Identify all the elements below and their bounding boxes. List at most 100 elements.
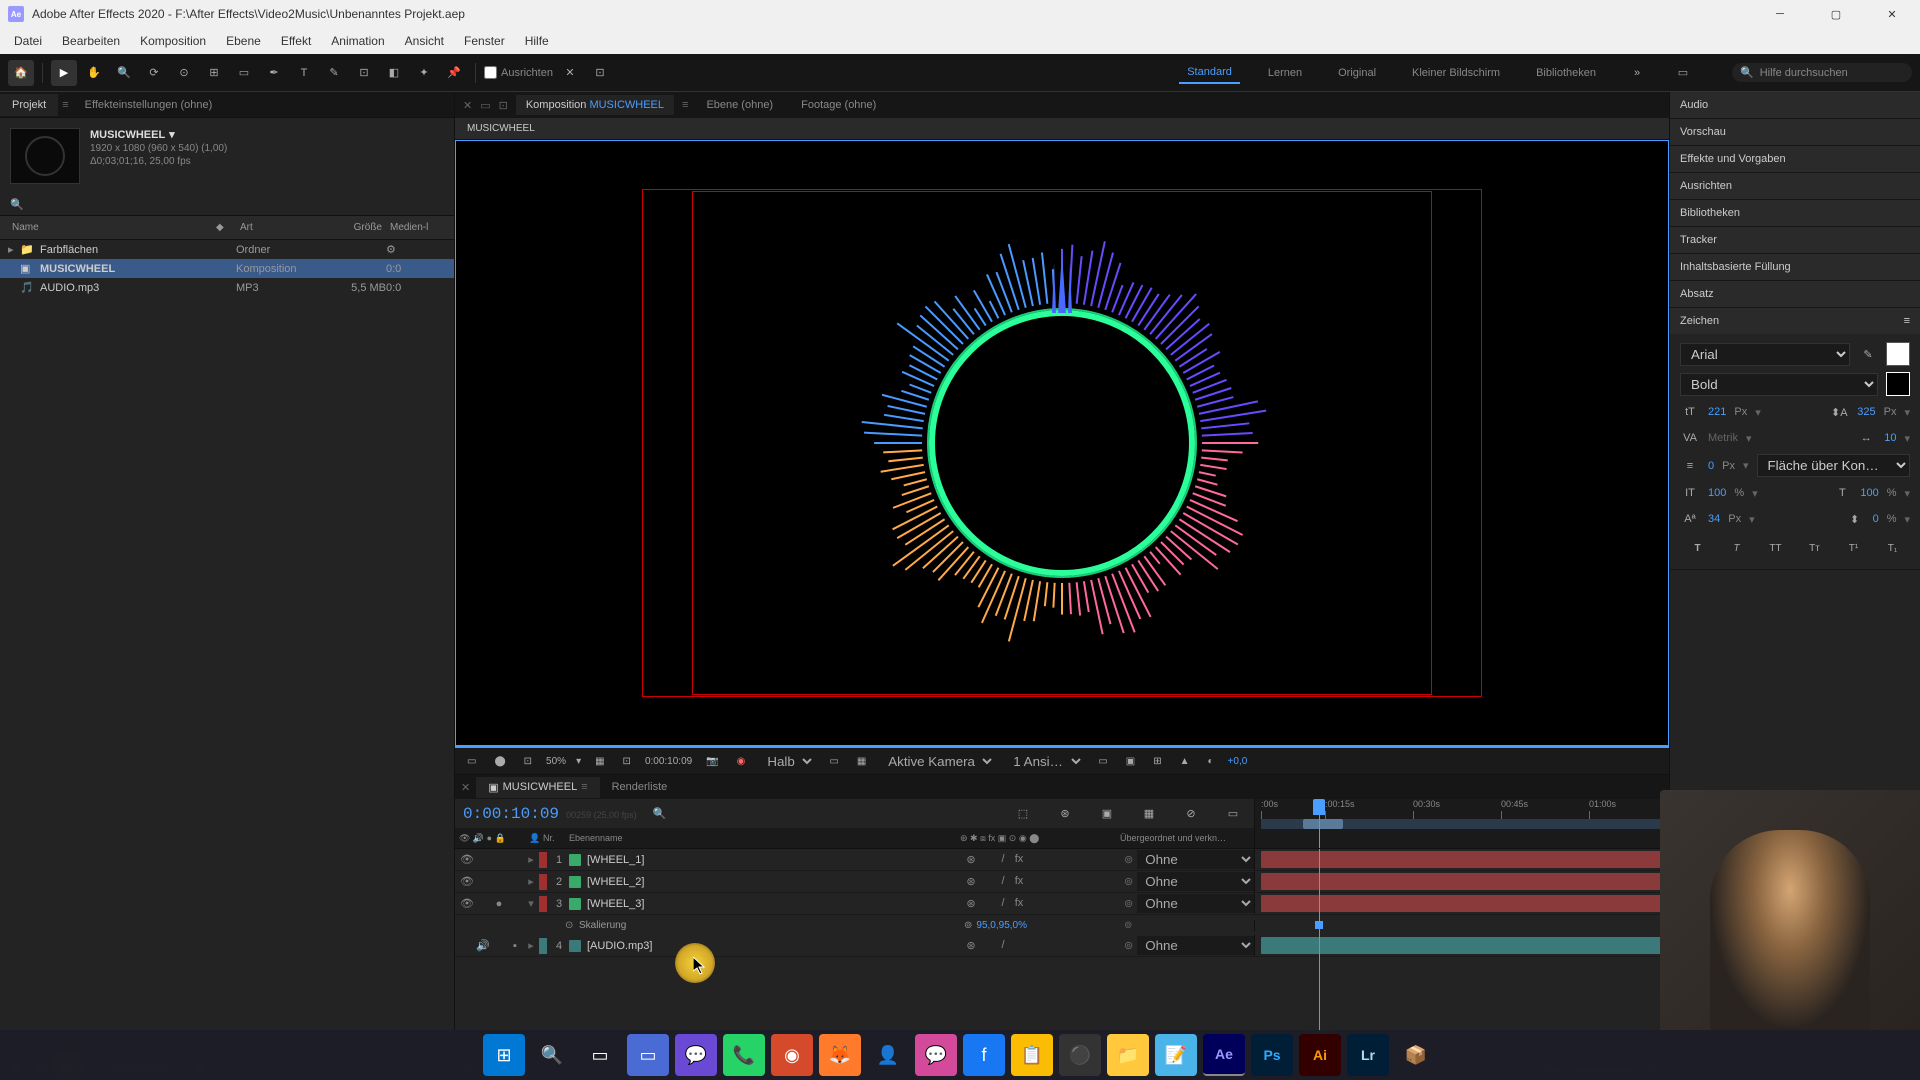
comp-thumbnail[interactable] — [10, 128, 80, 184]
tab-ebene[interactable]: Ebene (ohne) — [696, 95, 783, 115]
eraser-tool[interactable]: ◧ — [381, 60, 407, 86]
stopwatch-icon[interactable]: ⊙ — [565, 920, 579, 931]
workspace-standard[interactable]: Standard — [1179, 62, 1240, 84]
tab-komposition[interactable]: Komposition MUSICWHEEL — [516, 95, 674, 115]
scale-h[interactable]: 100 — [1860, 487, 1878, 499]
layer-row[interactable]: 👁 ▸ 1 [WHEEL_1] ⊛/fx ⊚Ohne — [455, 849, 1669, 871]
timeline-search-icon[interactable]: 🔍 — [653, 807, 667, 820]
tab-renderlist[interactable]: Renderliste — [600, 776, 680, 798]
timeline-ruler[interactable]: :00s :00:15s 00:30s 00:45s 01:00s 01:15s… — [1255, 799, 1669, 848]
font-size[interactable]: 221 — [1708, 406, 1726, 418]
taskbar-app3[interactable]: 👤 — [867, 1034, 909, 1076]
timecode[interactable]: 0:00:10:09 — [463, 805, 559, 823]
taskbar-editor[interactable]: 📝 — [1155, 1034, 1197, 1076]
collapse-icon[interactable]: ▾ — [525, 897, 537, 910]
viewer-time[interactable]: 0:00:10:09 — [645, 756, 692, 767]
expand-icon[interactable]: ▸ — [525, 875, 537, 888]
resolution-select[interactable]: Halb — [759, 751, 815, 772]
project-row-folder[interactable]: ▸ 📁 Farbflächen Ordner ⚙ — [0, 240, 454, 259]
panel-zeichen[interactable]: Zeichen ≡ — [1670, 308, 1920, 334]
panel-bibliotheken[interactable]: Bibliotheken — [1670, 200, 1920, 226]
tab-project[interactable]: Projekt — [0, 94, 58, 116]
zoom-level[interactable]: 50% — [546, 756, 566, 767]
menu-ansicht[interactable]: Ansicht — [395, 30, 454, 52]
brush-tool[interactable]: ✎ — [321, 60, 347, 86]
taskbar-ae[interactable]: Ae — [1203, 1034, 1245, 1076]
panel-ausrichten[interactable]: Ausrichten — [1670, 173, 1920, 199]
project-search-icon[interactable]: 🔍 — [10, 199, 24, 211]
views-select[interactable]: 1 Ansi… — [1005, 751, 1084, 772]
property-value[interactable]: 95,0,95,0% — [976, 920, 1027, 931]
comp-mini-icon2[interactable]: ⊛ — [1052, 801, 1078, 827]
speaker-icon[interactable]: 🔊 — [475, 938, 491, 954]
zoom-dropdown-icon[interactable]: ▾ — [576, 756, 581, 767]
taskbar-firefox[interactable]: 🦊 — [819, 1034, 861, 1076]
eye-icon[interactable]: 👁 — [459, 896, 475, 912]
channel-icon[interactable]: ◉ — [733, 754, 750, 769]
property-row[interactable]: ⊙ Skalierung ⊚ 95,0,95,0% ⊚ — [455, 915, 1669, 935]
stroke-color[interactable] — [1886, 372, 1910, 396]
italic-button[interactable]: T — [1726, 539, 1748, 557]
tracking[interactable]: 10 — [1884, 432, 1896, 444]
fill-over-select[interactable]: Fläche über Kon… — [1757, 454, 1911, 477]
menu-ebene[interactable]: Ebene — [216, 30, 271, 52]
comp-mini-icon1[interactable]: ⬚ — [1010, 801, 1036, 827]
eye-icon[interactable]: 👁 — [459, 852, 475, 868]
orbit-tool[interactable]: ⟳ — [141, 60, 167, 86]
clone-tool[interactable]: ⊡ — [351, 60, 377, 86]
parent-select[interactable]: Ohne — [1137, 850, 1254, 869]
mask-icon[interactable]: ▭ — [463, 754, 480, 769]
view-icon2[interactable]: ▣ — [1122, 754, 1139, 769]
close-button[interactable]: ✕ — [1872, 2, 1912, 26]
zoom-tool[interactable]: 🔍 — [111, 60, 137, 86]
rotate-tool[interactable]: ⊙ — [171, 60, 197, 86]
tab-project-menu-icon[interactable]: ≡ — [58, 97, 72, 113]
taskbar-obs[interactable]: ⚫ — [1059, 1034, 1101, 1076]
timeline-menu-icon[interactable]: ≡ — [581, 781, 587, 793]
expand-icon[interactable]: ▸ — [525, 853, 537, 866]
text-tool[interactable]: T — [291, 60, 317, 86]
taskbar-lr[interactable]: Lr — [1347, 1034, 1389, 1076]
comp-mini-icon6[interactable]: ▭ — [1220, 801, 1246, 827]
subscript-button[interactable]: T₁ — [1882, 539, 1904, 557]
header-label-icon[interactable]: ◆ — [212, 220, 236, 235]
pickwhip-icon[interactable]: ⊚ — [1124, 897, 1133, 910]
eyedropper-icon[interactable]: ✎ — [1858, 344, 1878, 364]
bold-button[interactable]: T — [1687, 539, 1709, 557]
workspace-more-icon[interactable]: » — [1624, 60, 1650, 86]
link-icon[interactable]: ⊚ — [964, 920, 972, 931]
view-icon1[interactable]: ▭ — [1094, 754, 1111, 769]
hand-tool[interactable]: ✋ — [81, 60, 107, 86]
layer-row[interactable]: 👁● ▾ 3 [WHEEL_3] ⊛/fx ⊚Ohne — [455, 893, 1669, 915]
kerning[interactable]: Metrik — [1708, 432, 1738, 444]
taskbar-search[interactable]: 🔍 — [531, 1034, 573, 1076]
taskbar-whatsapp[interactable]: 📞 — [723, 1034, 765, 1076]
smallcaps-button[interactable]: Tᴛ — [1804, 539, 1826, 557]
baseline[interactable]: 0 — [1708, 460, 1714, 472]
tab-close-icon[interactable]: ✕ — [463, 99, 472, 112]
view-icon3[interactable]: ⊞ — [1149, 754, 1165, 769]
header-shy-icon[interactable]: 👤 — [529, 833, 543, 844]
header-type[interactable]: Art — [236, 220, 326, 235]
maximize-button[interactable]: ▢ — [1816, 2, 1856, 26]
alpha-icon[interactable]: ⬤ — [490, 754, 509, 769]
allcaps-button[interactable]: TT — [1765, 539, 1787, 557]
expand-icon[interactable]: ▸ — [8, 243, 20, 256]
shape-tool[interactable]: ▭ — [231, 60, 257, 86]
taskbar-ps[interactable]: Ps — [1251, 1034, 1293, 1076]
panel-absatz[interactable]: Absatz — [1670, 281, 1920, 307]
header-media[interactable]: Medien-l — [386, 220, 446, 235]
layer-row[interactable]: 🔊▪ ▸ 4 [AUDIO.mp3] ⊛/ ⊚Ohne — [455, 935, 1669, 957]
superscript-button[interactable]: T¹ — [1843, 539, 1865, 557]
fill-color[interactable] — [1886, 342, 1910, 366]
3d-icon[interactable]: ⊡ — [520, 754, 536, 769]
help-search[interactable]: 🔍 Hilfe durchsuchen — [1732, 63, 1912, 82]
menu-hilfe[interactable]: Hilfe — [515, 30, 559, 52]
taskbar-notes[interactable]: 📋 — [1011, 1034, 1053, 1076]
pickwhip-icon[interactable]: ⊚ — [1124, 875, 1133, 888]
taskbar-messenger[interactable]: 💬 — [915, 1034, 957, 1076]
menu-animation[interactable]: Animation — [321, 30, 394, 52]
parent-select[interactable]: Ohne — [1137, 894, 1254, 913]
taskbar-app4[interactable]: 📦 — [1395, 1034, 1437, 1076]
tab-menu-icon[interactable]: ≡ — [682, 99, 688, 111]
